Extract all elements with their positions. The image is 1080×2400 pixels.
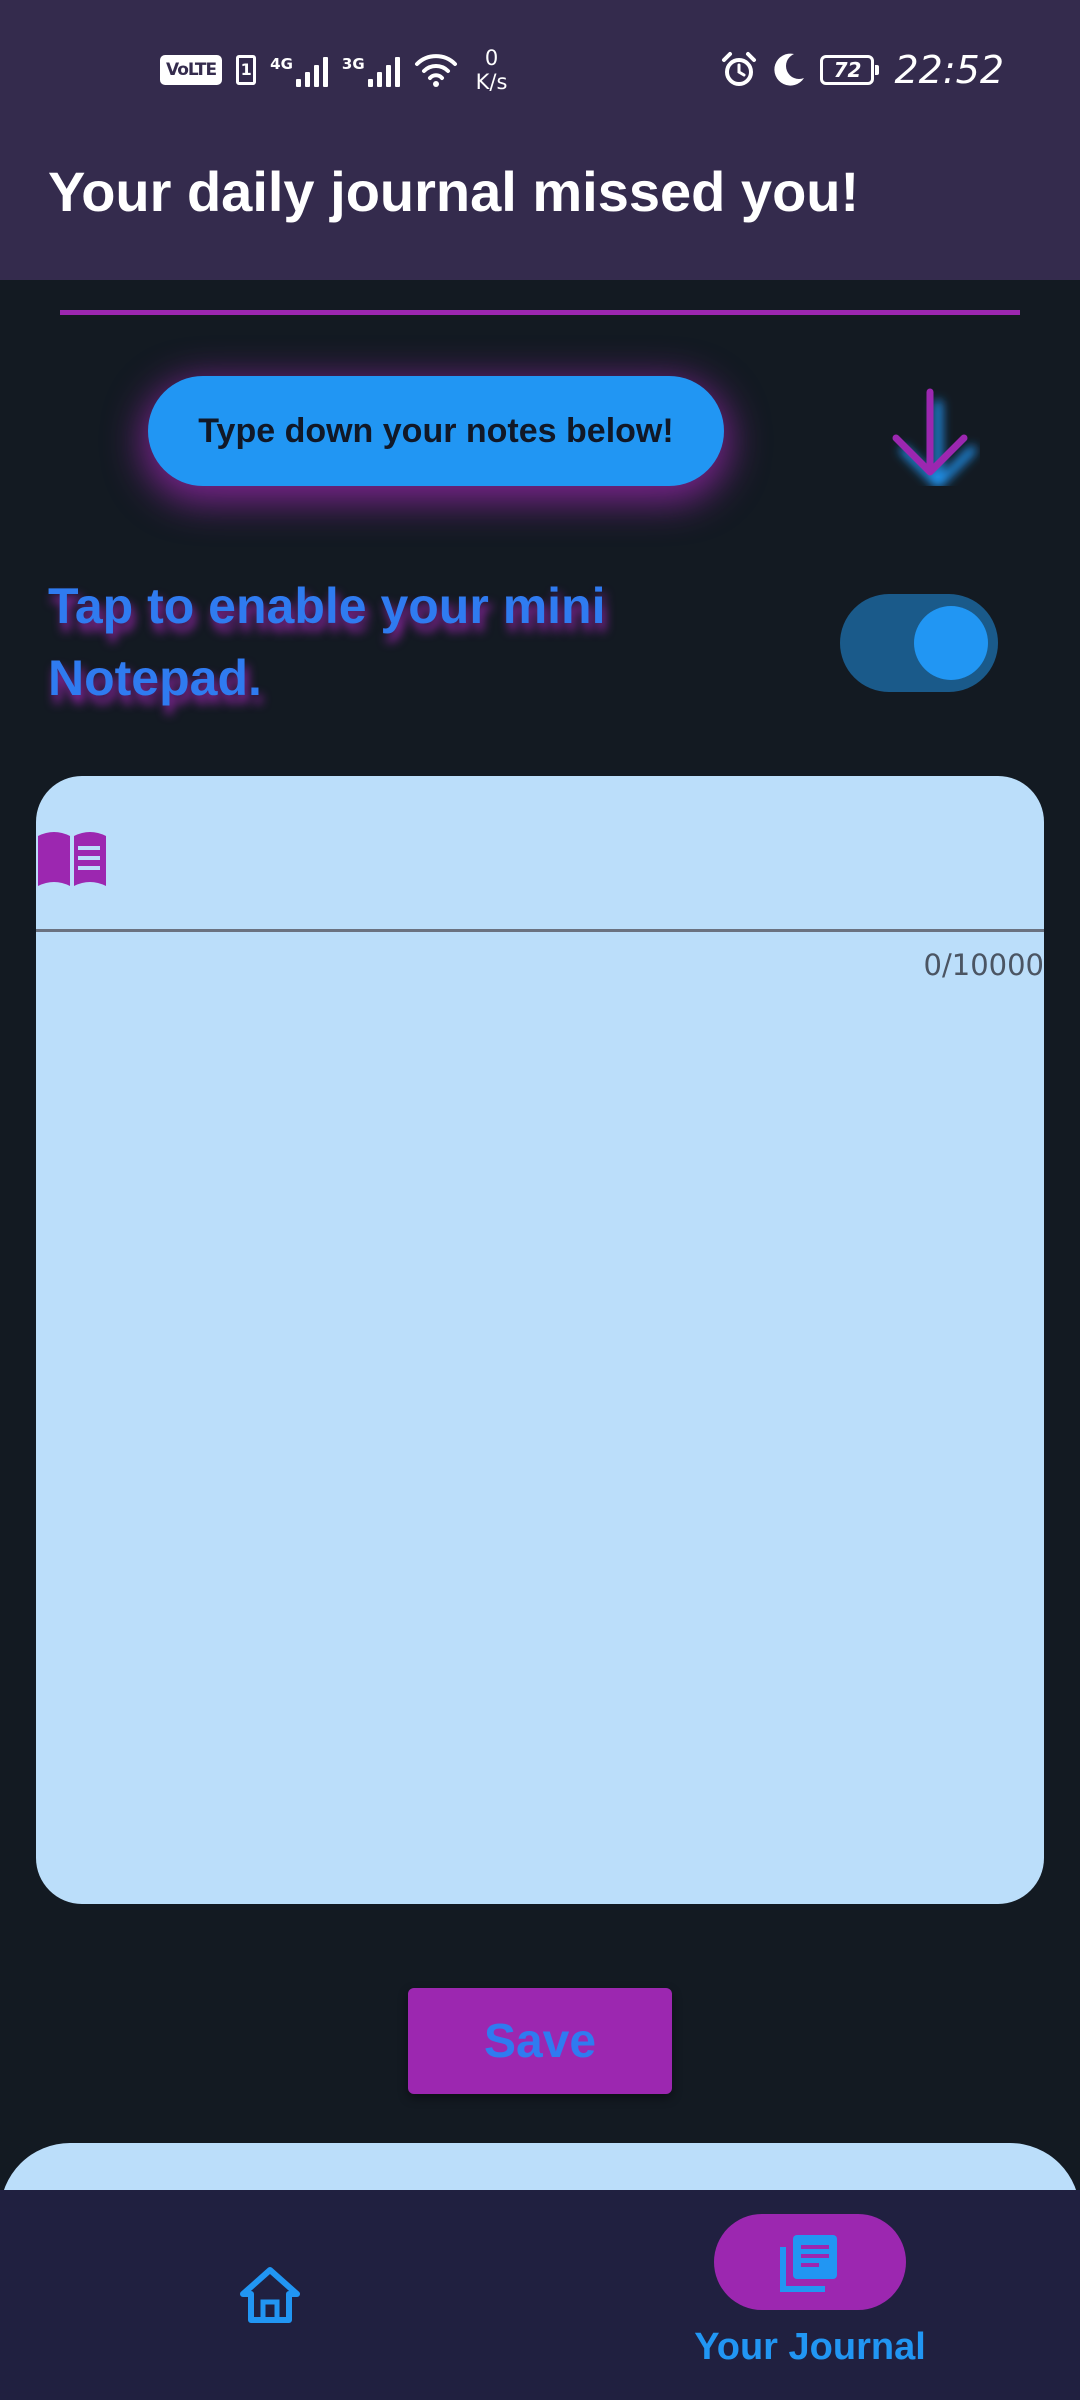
- signal-1: 4G: [270, 53, 328, 87]
- status-right: 72 22:52: [720, 40, 1004, 100]
- toggle-knob: [914, 606, 988, 680]
- battery-icon: 72: [820, 55, 880, 85]
- alarm-icon: [722, 52, 757, 86]
- status-bar: VoLTE 1 4G 3G 0 K/s 72 22:52: [0, 0, 1080, 135]
- save-button[interactable]: Save: [408, 1988, 672, 2094]
- speed-value: 0: [484, 46, 499, 70]
- notepad-toggle-switch[interactable]: [840, 594, 998, 692]
- book-icon: [38, 832, 106, 886]
- nav-journal-button[interactable]: Your Journal: [680, 2214, 940, 2384]
- divider-line: [60, 310, 1020, 315]
- sim-badge: 1: [236, 55, 257, 85]
- signal-bars-icon: [295, 53, 328, 87]
- speed-unit: K/s: [475, 70, 508, 94]
- status-clock: 22:52: [894, 48, 1004, 92]
- wifi-icon: [414, 54, 457, 87]
- moon-icon: [774, 53, 805, 86]
- status-left: VoLTE 1 4G 3G 0 K/s: [160, 40, 507, 100]
- arrow-down-icon: [892, 388, 976, 486]
- volte-badge: VoLTE: [160, 55, 223, 85]
- note-card: 0/10000: [36, 776, 1044, 1904]
- journal-nav-indicator: [714, 2214, 906, 2310]
- home-icon: [240, 2267, 300, 2323]
- notes-prompt-pill: Type down your notes below!: [148, 376, 724, 486]
- note-input-underline: [36, 929, 1044, 932]
- signal-2: 3G: [342, 53, 400, 87]
- battery-level: 72: [833, 58, 862, 82]
- network-type-2: 3G: [341, 55, 365, 73]
- bottom-nav: Your Journal: [0, 2190, 1080, 2400]
- nav-home-button[interactable]: [170, 2220, 370, 2370]
- journal-note-input[interactable]: [136, 806, 1020, 908]
- network-speed: 0 K/s: [476, 46, 508, 94]
- page-title: Your daily journal missed you!: [48, 160, 860, 223]
- app-bar: Your daily journal missed you!: [0, 135, 1080, 280]
- character-counter: 0/10000: [923, 948, 1044, 982]
- notepad-toggle-label: Tap to enable your mini Notepad.: [48, 578, 606, 706]
- journal-nav-label: Your Journal: [694, 2326, 926, 2368]
- journal-icon: [780, 2235, 837, 2292]
- network-type-1: 4G: [270, 55, 293, 73]
- signal-bars-icon: [367, 53, 400, 87]
